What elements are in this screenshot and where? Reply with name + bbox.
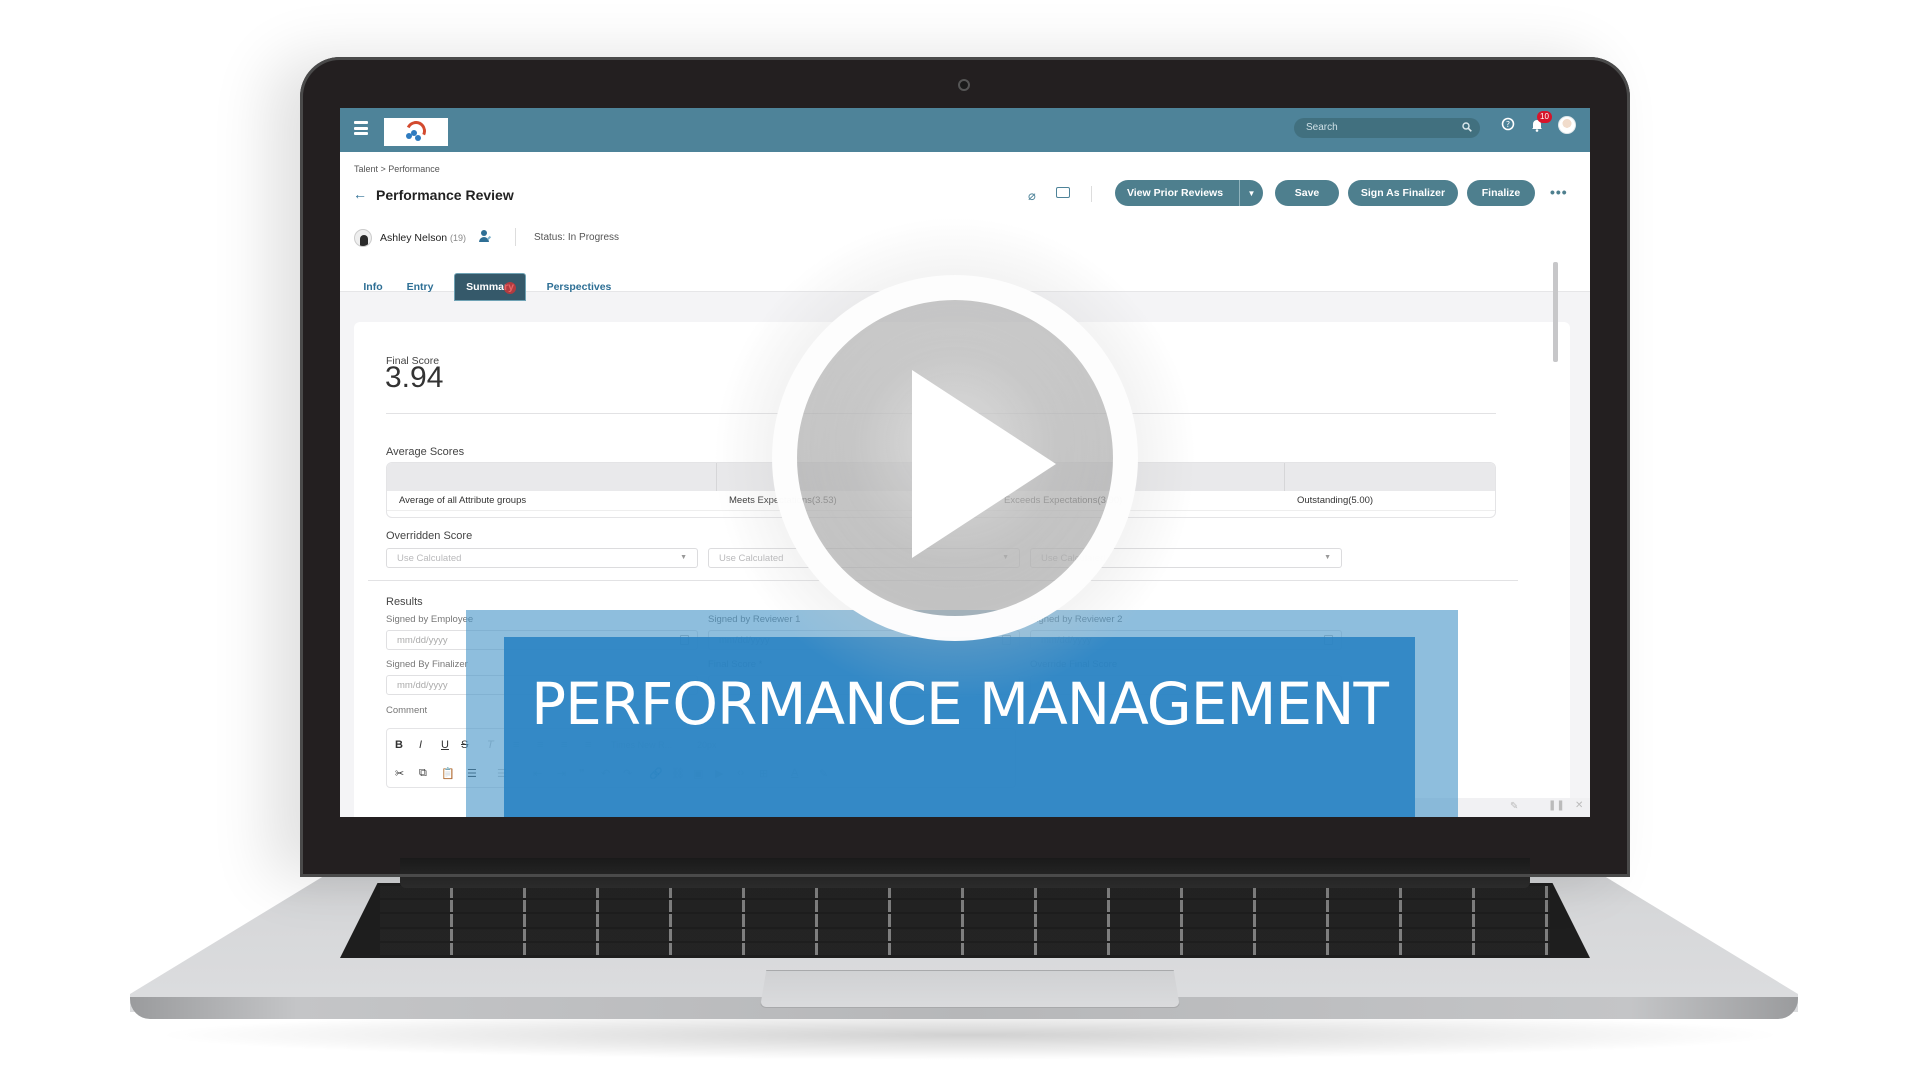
sign-as-finalizer-button[interactable]: Sign As Finalizer <box>1348 180 1458 206</box>
review-status: Status: In Progress <box>534 232 620 243</box>
save-button[interactable]: Save <box>1275 180 1339 206</box>
svg-text:?: ? <box>1506 120 1510 129</box>
user-avatar[interactable] <box>1558 116 1576 134</box>
more-options-icon[interactable]: ••• <box>1550 184 1568 200</box>
employee-avatar <box>354 229 372 247</box>
key-row <box>380 914 1550 927</box>
notification-badge: 10 <box>1537 111 1552 123</box>
help-icon[interactable]: ? <box>1501 117 1515 131</box>
field-label: Signed by Employee <box>386 614 474 625</box>
laptop-hinge <box>400 858 1530 888</box>
scrollbar[interactable] <box>1553 262 1558 362</box>
paste-icon[interactable]: 📋 <box>441 767 455 780</box>
attachment-icon[interactable]: ⌀ <box>1028 188 1036 204</box>
back-arrow-icon[interactable]: ← <box>353 186 367 202</box>
employee-name-text: Ashley Nelson <box>380 232 448 244</box>
field-label: Signed By Finalizer <box>386 659 468 670</box>
italic-icon[interactable]: I <box>419 739 422 751</box>
play-button[interactable] <box>712 215 1198 701</box>
employee-name[interactable]: Ashley Nelson (19) <box>380 232 466 244</box>
divider <box>515 228 516 246</box>
divider <box>1091 186 1092 202</box>
search-input[interactable]: Search <box>1294 118 1480 138</box>
hamburger-menu-icon[interactable] <box>354 121 368 135</box>
field-placeholder: mm/dd/yyyy <box>397 635 448 646</box>
field-placeholder: mm/dd/yyyy <box>397 680 448 691</box>
employee-count: (19) <box>450 233 467 243</box>
key-row <box>380 900 1550 913</box>
edit-icon[interactable]: ✎ <box>1510 801 1518 812</box>
key-row <box>380 928 1550 941</box>
comment-label: Comment <box>386 705 428 716</box>
search-icon[interactable] <box>1462 122 1472 132</box>
camera-icon <box>958 79 970 91</box>
search-placeholder: Search <box>1306 122 1338 133</box>
overridden-score-select-1[interactable]: Use Calculated ▼ <box>386 548 698 568</box>
results-label: Results <box>386 596 423 608</box>
pause-icon[interactable]: ❚❚ <box>1548 800 1565 811</box>
tab-entry[interactable]: Entry <box>400 273 440 301</box>
table-cell: Average of all Attribute groups <box>399 495 527 506</box>
comment-icon[interactable] <box>1056 187 1070 198</box>
breadcrumb[interactable]: Talent > Performance <box>354 164 440 174</box>
table-cell: Outstanding(5.00) <box>1297 495 1374 506</box>
view-prior-reviews-dropdown[interactable]: ▼ <box>1239 180 1263 206</box>
overridden-score-label: Overridden Score <box>386 530 473 542</box>
play-icon <box>912 370 1056 558</box>
cut-icon[interactable]: ✂ <box>395 767 404 780</box>
view-prior-reviews-button[interactable]: View Prior Reviews <box>1115 180 1239 206</box>
click-indicator <box>504 282 516 294</box>
assign-person-icon[interactable] <box>478 229 492 243</box>
trackpad <box>760 970 1180 1008</box>
final-score-value: 3.94 <box>385 361 444 394</box>
top-bar: Search ? 10 <box>340 108 1590 152</box>
average-scores-label: Average Scores <box>386 446 465 458</box>
chevron-down-icon: ▼ <box>1324 554 1331 561</box>
tab-info[interactable]: Info <box>358 273 388 301</box>
tab-summary[interactable]: Summary <box>454 273 526 301</box>
finalize-button[interactable]: Finalize <box>1467 180 1535 206</box>
company-logo[interactable] <box>384 118 448 146</box>
underline-icon[interactable]: U <box>441 739 449 751</box>
key-row <box>380 942 1550 955</box>
chevron-down-icon: ▼ <box>680 554 687 561</box>
page-title: Performance Review <box>376 187 514 203</box>
tab-perspectives[interactable]: Perspectives <box>534 273 624 301</box>
select-value: Use Calculated <box>397 553 462 564</box>
keyboard <box>340 883 1590 958</box>
logo-people-icon <box>406 130 422 142</box>
bold-icon[interactable]: B <box>395 739 403 751</box>
close-icon[interactable]: ✕ <box>1575 800 1583 811</box>
copy-icon[interactable]: ⧉ <box>419 767 427 780</box>
